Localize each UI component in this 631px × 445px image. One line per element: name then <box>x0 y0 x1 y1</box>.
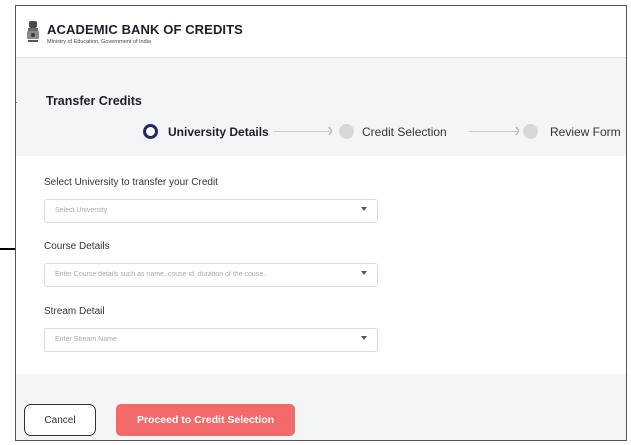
course-details-select[interactable]: Enter Course details such as name, couse… <box>44 263 378 287</box>
step-connector-1 <box>274 131 330 132</box>
stream-detail-select[interactable]: Enter Stream Name <box>44 328 378 352</box>
university-details-form: Select University to transfer your Credi… <box>16 156 626 374</box>
step-2-indicator-icon <box>339 124 354 139</box>
step-1-active-indicator-icon <box>143 124 158 139</box>
back-arrow-icon[interactable]: ← <box>16 93 20 109</box>
page-title: Transfer Credits <box>46 94 142 108</box>
cancel-button[interactable]: Cancel <box>24 404 96 436</box>
chevron-right-icon: ❯ <box>327 126 334 135</box>
dropdown-caret-icon <box>361 271 367 275</box>
step-connector-2 <box>469 131 517 132</box>
chevron-right-icon: ❯ <box>514 126 521 135</box>
progress-stepper: University Details ❯ Credit Selection ❯ … <box>16 120 626 144</box>
top-header: ACADEMIC BANK OF CREDITS Ministry of Edu… <box>16 6 626 58</box>
dropdown-caret-icon <box>361 207 367 211</box>
university-select-placeholder: Select University <box>55 207 108 214</box>
form-footer: Cancel Proceed to Credit Selection <box>16 404 626 438</box>
national-emblem-icon <box>27 21 39 42</box>
step-review-form[interactable]: Review Form <box>550 125 621 139</box>
app-window: ACADEMIC BANK OF CREDITS Ministry of Edu… <box>15 5 627 441</box>
app-subtitle: Ministry of Education, Government of Ind… <box>47 39 151 45</box>
step-3-indicator-icon <box>523 124 538 139</box>
course-details-placeholder: Enter Course details such as name, couse… <box>55 271 268 278</box>
step-university-details[interactable]: University Details <box>168 125 269 139</box>
step-credit-selection[interactable]: Credit Selection <box>362 125 447 139</box>
proceed-to-credit-selection-button[interactable]: Proceed to Credit Selection <box>116 404 295 436</box>
app-title: ACADEMIC BANK OF CREDITS <box>47 22 243 37</box>
university-label: Select University to transfer your Credi… <box>44 177 218 188</box>
course-details-label: Course Details <box>44 241 110 252</box>
stream-detail-placeholder: Enter Stream Name <box>55 336 117 343</box>
university-select[interactable]: Select University <box>44 199 378 223</box>
stream-detail-label: Stream Detail <box>44 306 105 317</box>
dropdown-caret-icon <box>361 336 367 340</box>
